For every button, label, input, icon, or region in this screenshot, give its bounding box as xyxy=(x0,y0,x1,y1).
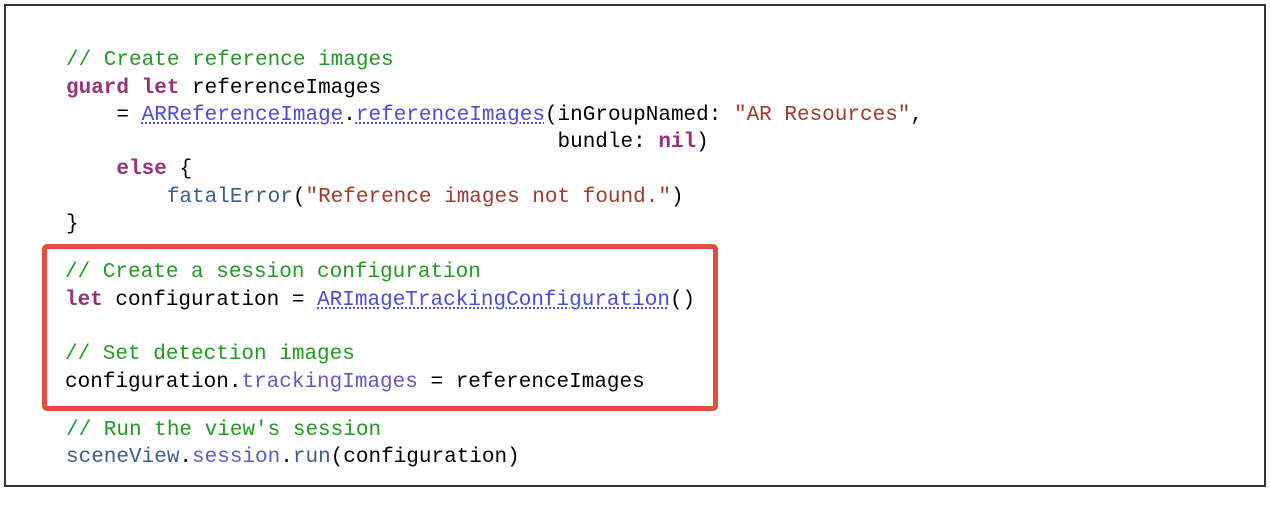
code-block: // Create reference images guard let ref… xyxy=(4,4,1266,487)
type-ARImageTrackingConfiguration[interactable]: ARImageTrackingConfiguration xyxy=(317,289,670,312)
dot-3: . xyxy=(179,446,192,469)
identifier-configuration-2: configuration xyxy=(65,371,229,394)
comma: , xyxy=(910,104,923,127)
comment-detection-images: // Set detection images xyxy=(65,343,355,366)
param-inGroupNamed: inGroupNamed: xyxy=(558,104,722,127)
operator-equals-3: = xyxy=(430,371,443,394)
call-fatalError: fatalError xyxy=(167,186,293,209)
paren-open: ( xyxy=(545,104,558,127)
property-trackingImages: trackingImages xyxy=(241,371,417,394)
operator-equals: = xyxy=(116,104,129,127)
method-run: run xyxy=(293,446,331,469)
keyword-guard: guard xyxy=(66,77,129,100)
paren-close: ) xyxy=(696,131,709,154)
identifier-sceneView: sceneView xyxy=(66,446,179,469)
string-not-found: "Reference images not found." xyxy=(305,186,670,209)
string-ar-resources: "AR Resources" xyxy=(734,104,910,127)
paren-open-2: ( xyxy=(293,186,306,209)
comment-run-session: // Run the view's session xyxy=(66,419,381,442)
comment-create-reference: // Create reference images xyxy=(66,49,394,72)
comment-session-config: // Create a session configuration xyxy=(65,261,481,284)
identifier-referenceImages: referenceImages xyxy=(192,77,381,100)
brace-close: } xyxy=(66,213,79,236)
paren-close-3: ) xyxy=(507,446,520,469)
property-session: session xyxy=(192,446,280,469)
arg-configuration: configuration xyxy=(343,446,507,469)
type-ARReferenceImage[interactable]: ARReferenceImage xyxy=(142,104,344,127)
highlighted-code-section: // Create a session configuration let co… xyxy=(42,244,718,410)
keyword-else: else xyxy=(116,158,166,181)
dot-4: . xyxy=(280,446,293,469)
keyword-let: let xyxy=(142,77,180,100)
paren-close-2: ) xyxy=(671,186,684,209)
brace-open: { xyxy=(179,158,192,181)
paren-open-3: ( xyxy=(331,446,344,469)
dot-operator: . xyxy=(343,104,356,127)
dot-2: . xyxy=(229,371,242,394)
identifier-referenceImages-2: referenceImages xyxy=(456,371,645,394)
operator-equals-2: = xyxy=(292,289,305,312)
identifier-configuration: configuration xyxy=(115,289,279,312)
method-referenceImages[interactable]: referenceImages xyxy=(356,104,545,127)
keyword-let-2: let xyxy=(65,289,103,312)
nil-literal: nil xyxy=(658,131,696,154)
param-bundle: bundle: xyxy=(557,131,645,154)
parens-empty: () xyxy=(670,289,695,312)
